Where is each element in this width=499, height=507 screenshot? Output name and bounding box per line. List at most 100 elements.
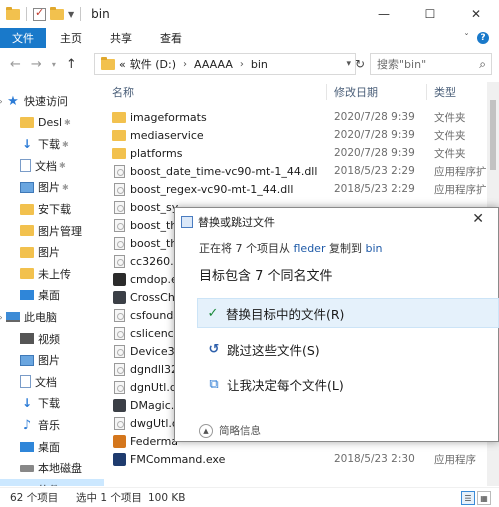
- nav-item[interactable]: 未上传: [0, 263, 104, 285]
- forward-arrow-icon[interactable]: →: [31, 57, 42, 72]
- decide-each-file-option[interactable]: ⧉ 让我决定每个文件(L): [199, 369, 499, 399]
- chevron-right-icon[interactable]: ›: [183, 59, 187, 70]
- column-header-name[interactable]: 名称: [112, 82, 134, 102]
- nav-item[interactable]: 图片: [0, 241, 104, 263]
- file-row[interactable]: imageformats 2020/7/28 9:39 文件夹: [104, 108, 499, 126]
- properties-icon[interactable]: [33, 6, 46, 21]
- search-input[interactable]: 搜索"bin" ⌕: [370, 53, 492, 75]
- folder-icon-shape: [112, 111, 126, 123]
- nav-item[interactable]: Desl ✱: [0, 112, 104, 134]
- minimize-button[interactable]: —: [361, 0, 407, 28]
- nav-item[interactable]: 图片管理: [0, 220, 104, 242]
- window-title: bin: [91, 7, 110, 21]
- file-row[interactable]: FMCommand.exe 2018/5/23 2:30 应用程序: [104, 450, 499, 468]
- details-view-icon[interactable]: ☰: [461, 491, 475, 505]
- nav-item[interactable]: ↓ 下载: [0, 392, 104, 414]
- column-header-type[interactable]: 类型: [434, 82, 456, 102]
- scrollbar-thumb[interactable]: [490, 100, 496, 170]
- selected-count: 选中 1 个项目: [76, 492, 142, 504]
- maximize-button[interactable]: ☐: [407, 0, 453, 28]
- breadcrumb-prefix[interactable]: «: [119, 58, 126, 71]
- dll-file-icon: [112, 218, 126, 232]
- file-date: 2020/7/28 9:39: [334, 147, 415, 159]
- column-separator[interactable]: [426, 84, 427, 100]
- skip-files-option[interactable]: ↺ 跳过这些文件(S): [199, 334, 499, 364]
- chevron-down-icon[interactable]: ▼: [68, 10, 74, 19]
- column-header-date[interactable]: 修改日期: [334, 82, 378, 102]
- nav-item[interactable]: 桌面: [0, 436, 104, 458]
- nav-item-label: 桌面: [38, 440, 60, 454]
- back-arrow-icon[interactable]: ←: [10, 57, 21, 72]
- nav-item[interactable]: 本地磁盘: [0, 457, 104, 479]
- music-icon: ♪: [22, 417, 32, 433]
- nav-item[interactable]: 文档 ✱: [0, 155, 104, 177]
- file-name: imageformats: [130, 110, 207, 124]
- view-buttons: ☰ ▦: [461, 491, 491, 505]
- dll-file-icon: [112, 182, 126, 196]
- copy-text-prefix: 正在将 7 个项目从: [199, 242, 294, 255]
- tab-home[interactable]: 主页: [46, 28, 96, 48]
- help-icon[interactable]: ?: [477, 32, 489, 44]
- expand-ribbon-icon[interactable]: ˇ: [464, 33, 469, 44]
- replace-or-skip-dialog: 替换或跳过文件 ✕ 正在将 7 个项目从 fleder 复制到 bin 目标包含…: [174, 207, 499, 442]
- up-arrow-icon[interactable]: ↑: [66, 57, 77, 72]
- dll-file-icon-shape: [113, 254, 125, 268]
- column-separator[interactable]: [326, 84, 327, 100]
- tab-file[interactable]: 文件: [0, 28, 46, 48]
- recent-chevron-icon[interactable]: ▾: [52, 60, 56, 69]
- file-date: 2018/5/23 2:29: [334, 165, 415, 177]
- file-row[interactable]: mediaservice 2020/7/28 9:39 文件夹: [104, 126, 499, 144]
- fewer-details-toggle[interactable]: ▲ 简略信息: [199, 423, 261, 438]
- refresh-icon[interactable]: ↻: [352, 53, 368, 75]
- dialog-close-button[interactable]: ✕: [472, 211, 484, 227]
- file-type: 文件夹: [434, 111, 466, 124]
- nav-item[interactable]: ›★快速访问: [0, 90, 104, 112]
- replace-files-option[interactable]: ✓ 替换目标中的文件(R): [197, 298, 499, 328]
- ribbon-tabs: 文件 主页 共享 查看 ˇ ?: [0, 28, 499, 48]
- close-button[interactable]: ✕: [453, 0, 499, 28]
- nav-item[interactable]: 视频: [0, 328, 104, 350]
- chevron-right-icon[interactable]: ›: [240, 59, 244, 70]
- breadcrumb-current[interactable]: bin: [251, 58, 268, 71]
- nav-item[interactable]: 图片 ✱: [0, 176, 104, 198]
- nav-item[interactable]: 图片: [0, 349, 104, 371]
- file-name: dgnUtl.dl: [130, 380, 180, 394]
- file-row[interactable]: boost_date_time-vc90-mt-1_44.dll 2018/5/2…: [104, 162, 499, 180]
- source-folder-link[interactable]: fleder: [294, 242, 326, 255]
- dll-file-icon-shape: [113, 236, 125, 250]
- nav-item[interactable]: ↓ 下载 ✱: [0, 133, 104, 155]
- nav-item-label: 快速访问: [24, 95, 68, 108]
- nav-item[interactable]: ♪ 音乐: [0, 414, 104, 436]
- file-name: csfounda: [130, 308, 181, 322]
- dll-file-icon: [112, 164, 126, 178]
- large-icons-view-icon[interactable]: ▦: [477, 491, 491, 505]
- file-row[interactable]: boost_regex-vc90-mt-1_44.dll 2018/5/23 2:…: [104, 180, 499, 198]
- nav-item[interactable]: 文档: [0, 371, 104, 393]
- destination-folder-link[interactable]: bin: [365, 242, 382, 255]
- nav-item[interactable]: ›此电脑: [0, 306, 104, 328]
- nav-item-label: 图片: [38, 181, 60, 195]
- tab-view[interactable]: 查看: [146, 28, 196, 48]
- folder-icon: [20, 225, 34, 237]
- nav-item[interactable]: 软件 (D: [0, 478, 104, 486]
- address-bar[interactable]: « 软件 (D:) › AAAAA › bin ▾: [94, 53, 356, 75]
- file-date: 2018/5/23 2:29: [334, 183, 415, 195]
- decide-icon: ⧉: [209, 376, 219, 392]
- folder-icon: [6, 6, 20, 20]
- app-icon-shape: [112, 290, 126, 304]
- chevron-down-icon[interactable]: ▾: [346, 59, 351, 69]
- breadcrumb-folder[interactable]: AAAAA: [194, 58, 233, 71]
- tab-share[interactable]: 共享: [96, 28, 146, 48]
- dll-file-icon-shape: [113, 164, 125, 178]
- file-row[interactable]: platforms 2020/7/28 9:39 文件夹: [104, 144, 499, 162]
- nav-item[interactable]: 安下载: [0, 198, 104, 220]
- folder-icon: [20, 246, 34, 258]
- breadcrumb-drive[interactable]: 软件 (D:): [130, 56, 176, 72]
- file-name: boost_th: [130, 218, 178, 232]
- checkmark-icon: ✓: [207, 305, 219, 321]
- app-icon-shape: [112, 398, 126, 412]
- file-name: Federma: [130, 434, 179, 448]
- new-folder-icon[interactable]: [50, 6, 64, 20]
- nav-item-label: 未上传: [38, 267, 71, 281]
- nav-item[interactable]: 桌面: [0, 284, 104, 306]
